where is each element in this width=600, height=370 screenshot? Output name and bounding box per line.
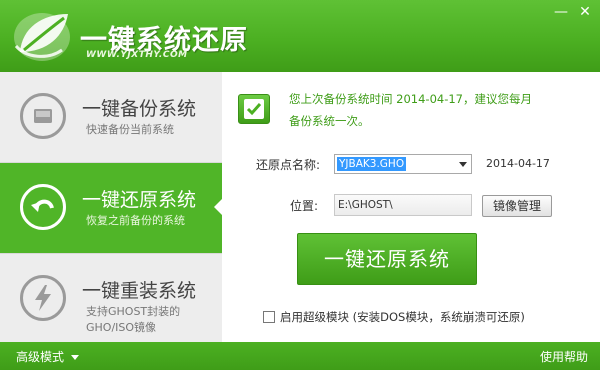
super-module-label: 启用超级模块 (安装DOS模块，系统崩溃可还原) — [280, 310, 525, 324]
sidebar-item-title: 一键重装系统 — [82, 280, 197, 302]
close-button[interactable]: ✕ — [576, 4, 594, 22]
leaf-logo-icon — [14, 13, 70, 61]
sidebar-item-subtitle: 快速备份当前系统 — [86, 123, 174, 136]
undo-arrow-icon — [20, 184, 66, 230]
app-url: WWW.YJXTHY.COM — [86, 50, 188, 60]
super-module-checkbox[interactable] — [263, 311, 275, 323]
restore-point-select[interactable]: YJBAK3.GHO — [334, 154, 472, 174]
help-link[interactable]: 使用帮助 — [540, 348, 588, 365]
minimize-button[interactable]: — — [552, 4, 570, 22]
sidebar-item-backup[interactable]: 一键备份系统 快速备份当前系统 — [0, 72, 222, 162]
footer-bar: 高级模式 使用帮助 — [0, 342, 600, 370]
sidebar: 一键备份系统 快速备份当前系统 一键还原系统 恢复之前备份的系统 一键重装系统 … — [0, 72, 222, 342]
backup-notice: 您上次备份系统时间 2014-04-17，建议您每月 备份系统一次。 — [289, 88, 589, 132]
title-bar: 一键系统还原 WWW.YJXTHY.COM — ✕ — [0, 0, 600, 72]
checkmark-icon — [238, 94, 270, 124]
lightning-icon — [20, 275, 66, 321]
restore-point-label: 还原点名称: — [256, 158, 321, 172]
subtitle-line: 支持GHOST封装的 — [86, 305, 181, 318]
restore-point-date: 2014-04-17 — [486, 157, 550, 170]
notice-line: 备份系统一次。 — [289, 114, 370, 128]
subtitle-line: GHO/ISO镜像 — [86, 321, 157, 334]
sidebar-item-reinstall[interactable]: 一键重装系统 支持GHOST封装的 GHO/ISO镜像 — [0, 254, 222, 344]
image-manage-button[interactable]: 镜像管理 — [482, 195, 552, 217]
sidebar-item-title: 一键还原系统 — [82, 189, 197, 211]
advanced-mode-menu[interactable]: 高级模式 — [16, 348, 64, 365]
notice-line: 您上次备份系统时间 2014-04-17，建议您每月 — [289, 92, 532, 106]
sidebar-item-subtitle: 支持GHOST封装的 GHO/ISO镜像 — [86, 304, 180, 336]
sidebar-item-title: 一键备份系统 — [82, 98, 197, 120]
location-label: 位置: — [290, 199, 319, 213]
sidebar-item-subtitle: 恢复之前备份的系统 — [86, 214, 185, 227]
disk-icon — [20, 93, 66, 139]
location-field[interactable]: E:\GHOST\ — [334, 194, 472, 216]
sidebar-item-restore[interactable]: 一键还原系统 恢复之前备份的系统 — [0, 163, 222, 253]
chevron-down-icon — [459, 162, 467, 167]
active-indicator — [214, 199, 222, 215]
chevron-down-icon[interactable] — [71, 355, 79, 360]
restore-point-value: YJBAK3.GHO — [337, 157, 407, 171]
restore-system-button[interactable]: 一键还原系统 — [297, 233, 477, 285]
